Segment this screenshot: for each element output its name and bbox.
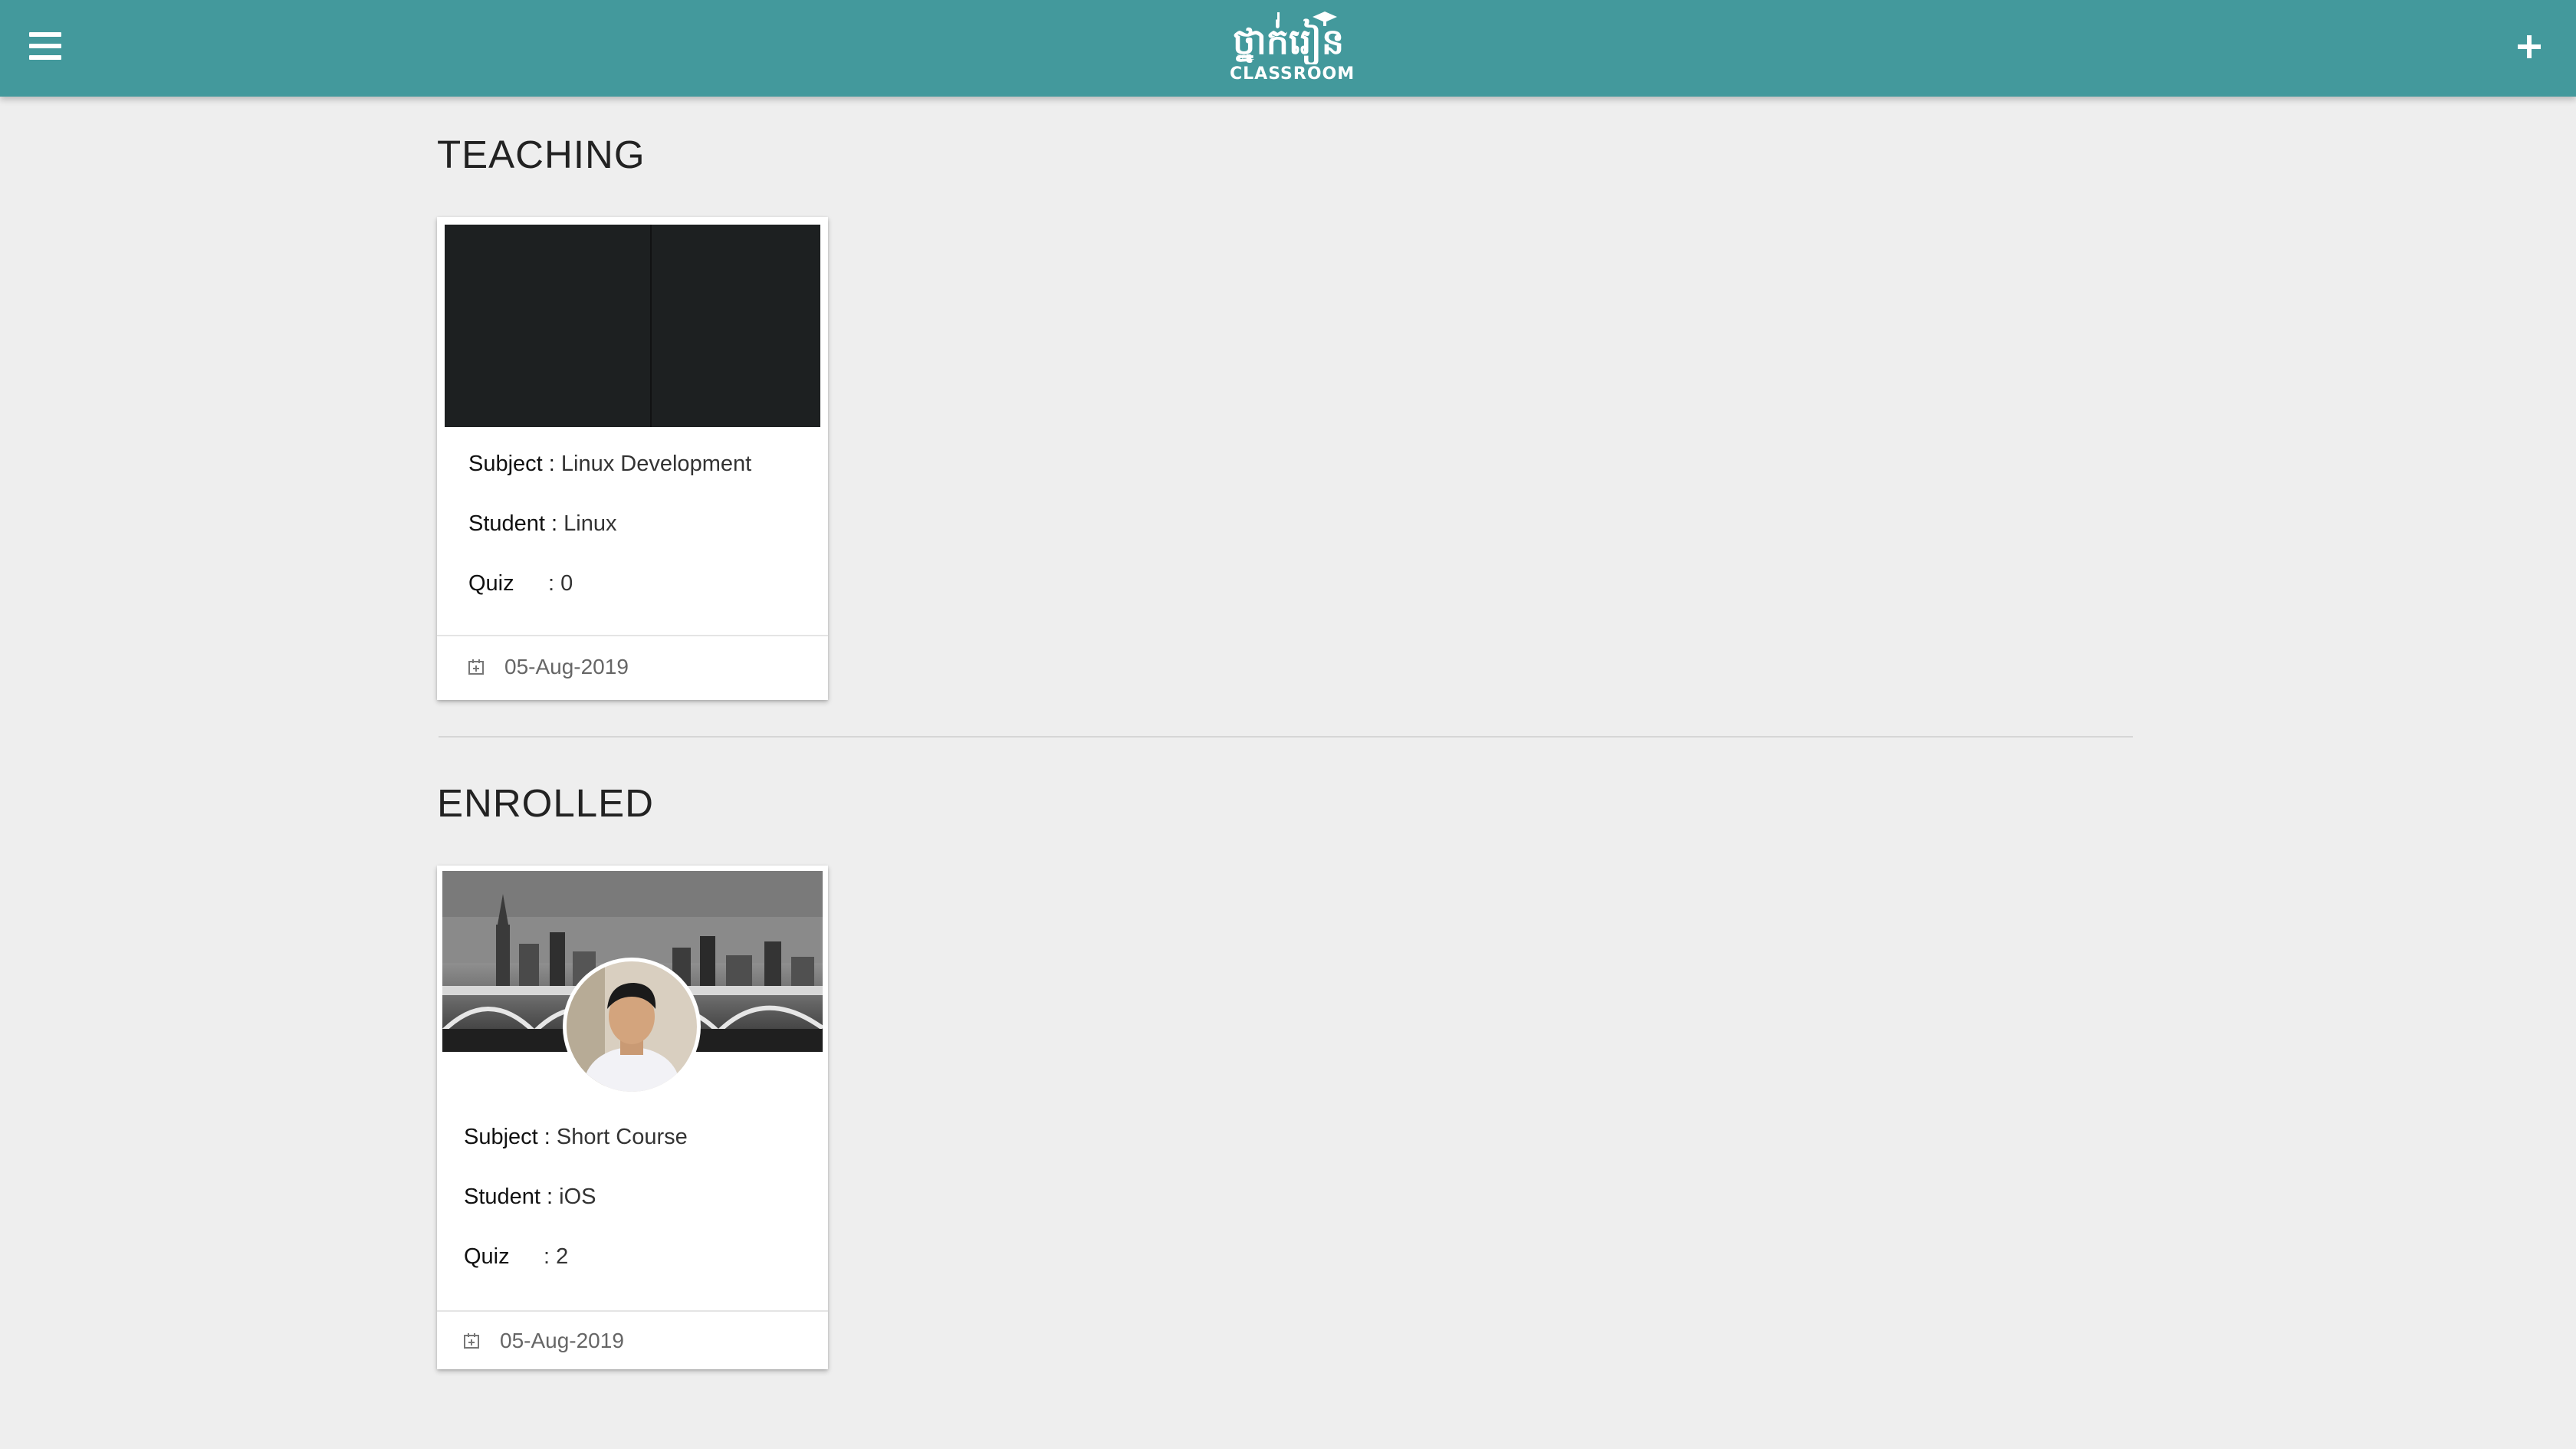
logo-khmer-script: ថ្នាក់រៀន TEFL [1233, 12, 1344, 66]
student-row: Student : iOS [464, 1184, 596, 1210]
card-footer: 05-Aug-2019 [437, 635, 828, 700]
student-value: iOS [559, 1184, 596, 1209]
subject-row: Subject : Short Course [464, 1125, 688, 1150]
svg-text:TEFL: TEFL [1237, 54, 1254, 62]
quiz-value: : 2 [544, 1244, 569, 1269]
created-date: 05-Aug-2019 [504, 655, 629, 678]
section-title-teaching: TEACHING [437, 133, 646, 176]
subject-label: Subject : [468, 452, 555, 476]
hamburger-menu-icon[interactable] [29, 32, 61, 61]
student-label: Student : [468, 511, 558, 536]
student-value: Linux [564, 511, 617, 536]
calendar-add-icon [468, 659, 484, 675]
student-label: Student : [464, 1184, 554, 1209]
quiz-value: : 0 [548, 571, 573, 596]
subject-value: Linux Development [560, 452, 752, 476]
quiz-label: Quiz [468, 571, 514, 596]
quiz-row: Quiz : 0 [468, 571, 573, 596]
created-date: 05-Aug-2019 [500, 1329, 624, 1352]
teacher-avatar[interactable] [563, 958, 701, 1096]
class-cover-image [445, 225, 820, 427]
student-row: Student : Linux [468, 511, 616, 537]
calendar-add-icon [464, 1333, 479, 1349]
quiz-label: Quiz [464, 1244, 510, 1269]
section-title-enrolled: ENROLLED [437, 781, 654, 825]
classroom-logo[interactable]: ថ្នាក់រៀន TEFL CLASSROOM [1230, 11, 1355, 86]
subject-label: Subject : [464, 1125, 550, 1149]
logo-wordmark: CLASSROOM [1230, 64, 1355, 84]
subject-value: Short Course [556, 1125, 688, 1149]
card-footer: 05-Aug-2019 [437, 1310, 828, 1371]
subject-row: Subject : Linux Development [468, 452, 751, 477]
quiz-row: Quiz : 2 [464, 1244, 568, 1270]
class-card-enrolled[interactable]: Subject : Short Course Student : iOS Qui… [437, 866, 828, 1369]
add-class-button[interactable] [2516, 34, 2542, 60]
section-divider [439, 736, 2133, 738]
class-card-teaching[interactable]: Subject : Linux Development Student : Li… [437, 217, 828, 700]
top-app-bar: ថ្នាក់រៀន TEFL CLASSROOM [0, 0, 2576, 97]
